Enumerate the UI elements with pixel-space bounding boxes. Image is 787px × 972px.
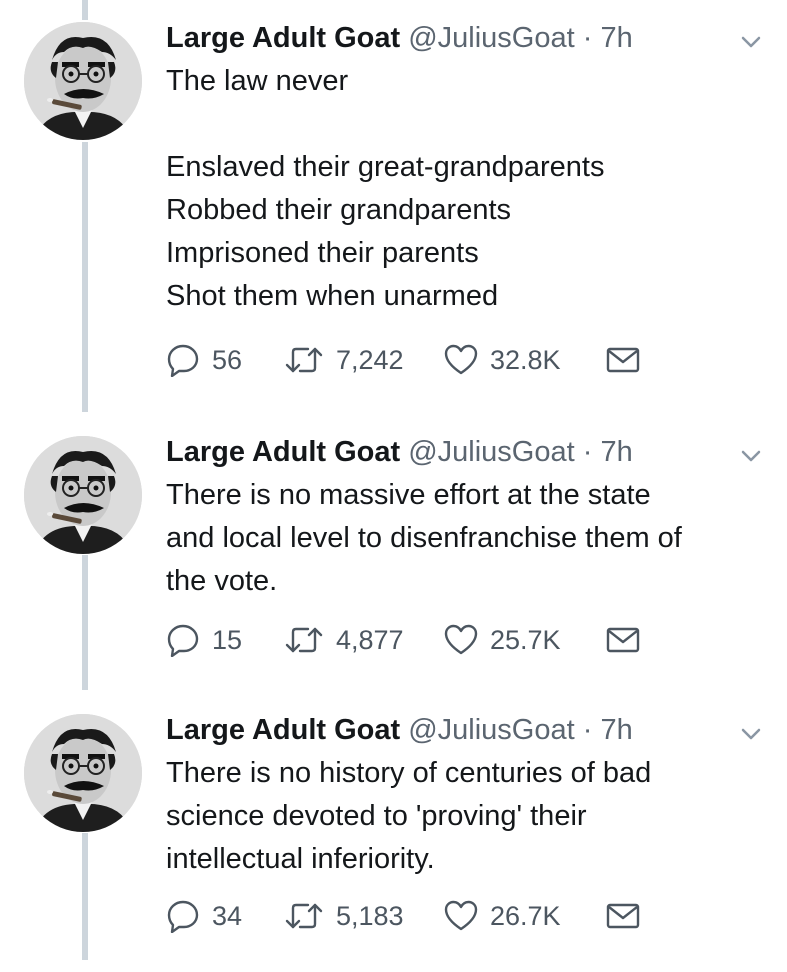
heart-icon [444, 344, 478, 376]
tweet-header: Large Adult Goat @JuliusGoat · 7h [166, 712, 707, 748]
mail-icon [606, 627, 640, 653]
display-name[interactable]: Large Adult Goat [166, 714, 400, 746]
tweet-text: The law never Enslaved their great-grand… [166, 65, 605, 312]
avatar-portrait [24, 436, 142, 554]
retweet-icon [284, 901, 324, 931]
tweet-text: There is no massive effort at the state … [166, 479, 682, 597]
like-button[interactable]: 25.7K [444, 624, 606, 656]
heart-icon [444, 624, 478, 656]
tweet[interactable]: Large Adult Goat @JuliusGoat · 7h The la… [0, 0, 787, 377]
tweet-actions: 15 4,877 25.7K [166, 620, 640, 660]
retweet-icon [284, 345, 324, 375]
tweet[interactable]: Large Adult Goat @JuliusGoat · 7h There … [0, 414, 787, 694]
mail-icon [606, 347, 640, 373]
user-handle[interactable]: @JuliusGoat [408, 22, 574, 54]
tweet-actions: 34 5,183 26.7K [166, 896, 640, 936]
retweet-button[interactable]: 7,242 [284, 345, 444, 376]
dm-button[interactable] [606, 903, 640, 929]
retweet-count: 5,183 [336, 900, 404, 931]
like-count: 26.7K [490, 900, 561, 931]
reply-button[interactable]: 15 [166, 623, 284, 657]
retweet-icon [284, 625, 324, 655]
reply-button[interactable]: 34 [166, 899, 284, 933]
tweet-text: There is no history of centuries of bad … [166, 757, 652, 875]
timestamp[interactable]: 7h [600, 22, 632, 54]
avatar[interactable] [24, 22, 142, 140]
user-handle[interactable]: @JuliusGoat [408, 436, 574, 468]
chevron-down-icon[interactable] [739, 444, 763, 468]
tweet-header: Large Adult Goat @JuliusGoat · 7h [166, 20, 707, 56]
retweet-count: 4,877 [336, 624, 404, 655]
retweet-button[interactable]: 5,183 [284, 901, 444, 932]
like-button[interactable]: 32.8K [444, 344, 606, 376]
dm-button[interactable] [606, 347, 640, 373]
reply-count: 15 [212, 624, 243, 655]
dm-button[interactable] [606, 627, 640, 653]
separator: · [582, 22, 593, 54]
timestamp[interactable]: 7h [600, 436, 632, 468]
tweet[interactable]: Large Adult Goat @JuliusGoat · 7h There … [0, 692, 787, 972]
chevron-down-icon[interactable] [739, 722, 763, 746]
heart-icon [444, 900, 478, 932]
user-handle[interactable]: @JuliusGoat [408, 714, 574, 746]
chevron-down-icon[interactable] [739, 30, 763, 54]
separator: · [582, 436, 593, 468]
retweet-count: 7,242 [336, 344, 404, 375]
mail-icon [606, 903, 640, 929]
retweet-button[interactable]: 4,877 [284, 625, 444, 656]
timestamp[interactable]: 7h [600, 714, 632, 746]
separator: · [582, 714, 593, 746]
reply-icon [166, 343, 200, 377]
like-button[interactable]: 26.7K [444, 900, 606, 932]
display-name[interactable]: Large Adult Goat [166, 22, 400, 54]
like-count: 25.7K [490, 624, 561, 655]
reply-icon [166, 899, 200, 933]
tweet-actions: 56 7,242 32.8K [166, 340, 640, 380]
reply-button[interactable]: 56 [166, 343, 284, 377]
like-count: 32.8K [490, 344, 561, 375]
tweet-header: Large Adult Goat @JuliusGoat · 7h [166, 434, 707, 470]
reply-count: 56 [212, 344, 243, 375]
avatar[interactable] [24, 714, 142, 832]
avatar[interactable] [24, 436, 142, 554]
avatar-portrait [24, 714, 142, 832]
reply-icon [166, 623, 200, 657]
avatar-portrait [24, 22, 142, 140]
display-name[interactable]: Large Adult Goat [166, 436, 400, 468]
reply-count: 34 [212, 900, 243, 931]
